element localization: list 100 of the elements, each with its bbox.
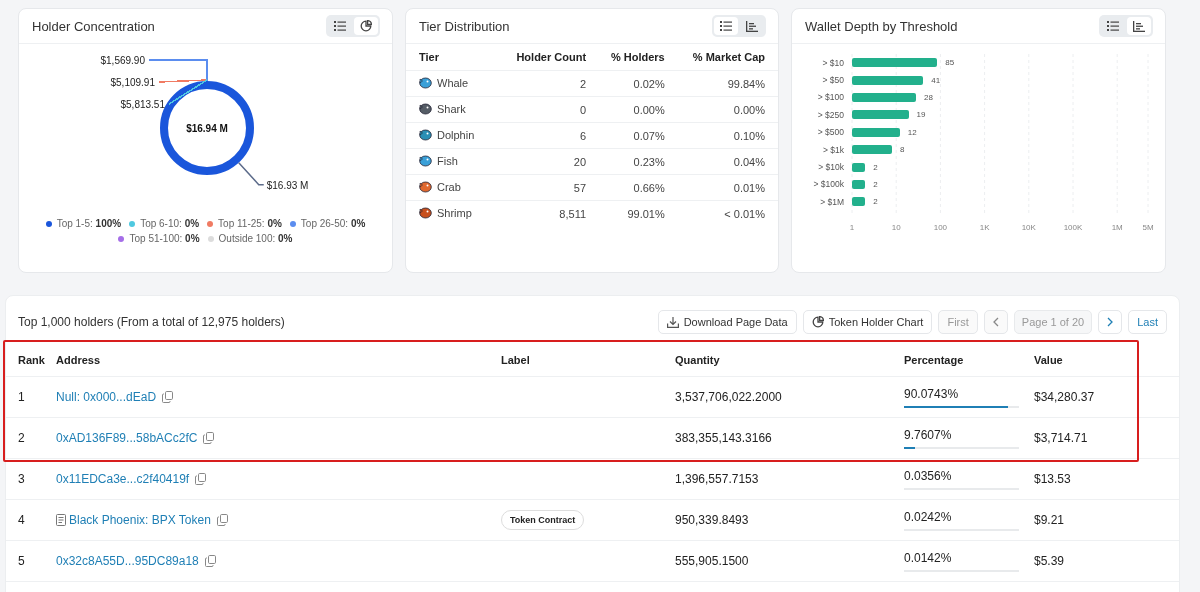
axis-label: > $1M <box>819 196 844 207</box>
bar <box>852 162 866 172</box>
legend-label[interactable]: Top 26-50: 0% <box>300 218 366 229</box>
copy-icon[interactable] <box>195 473 207 485</box>
legend-label[interactable]: Top 11-25: 0% <box>218 218 282 229</box>
chevron-right-icon <box>1107 317 1114 327</box>
legend-label[interactable]: Top 6-10: 0% <box>140 218 200 229</box>
table-cell: 57 <box>501 174 600 201</box>
percentage-cell-text: 0.0142% <box>904 550 953 565</box>
table-cell: 99.84% <box>677 70 778 97</box>
bar-value: 19 <box>916 110 926 120</box>
pie-chart-icon <box>360 20 372 32</box>
table-cell: 2 <box>501 70 600 97</box>
axis-label: > $50 <box>821 75 844 86</box>
bar-value: 12 <box>907 127 917 137</box>
donut-total: $16.94 M <box>186 123 228 134</box>
column-header: Quantity <box>675 354 721 366</box>
table-cell: < 0.01% <box>677 200 778 226</box>
bar-chart-icon <box>1133 20 1145 32</box>
download-button[interactable]: Download Page Data <box>657 310 797 334</box>
last-page-button[interactable]: Last <box>1128 310 1167 334</box>
chart-button[interactable]: Token Holder Chart <box>802 310 933 334</box>
column-header: % Holders <box>599 44 678 71</box>
column-header: Holder Count <box>501 44 600 71</box>
list-icon <box>334 21 346 31</box>
bar-value: 2 <box>873 179 878 189</box>
tier-name: Dolphin <box>437 128 475 141</box>
slice-value: $5,109.91 <box>110 77 155 88</box>
bar-value: 8 <box>899 145 905 155</box>
table-cell: 0.00% <box>677 96 778 123</box>
column-header: Value <box>1034 354 1064 366</box>
axis-label: > $500 <box>816 127 844 138</box>
table-cell: 0.07% <box>599 122 678 149</box>
bar <box>852 127 900 137</box>
table-cell: 6 <box>501 122 600 149</box>
value-cell-text: $13.53 <box>1034 472 1072 486</box>
axis-label: > $1k <box>821 144 844 155</box>
axis-tick: 10K <box>1021 223 1036 232</box>
value-cell-text: $9.21 <box>1034 513 1066 527</box>
address-link[interactable]: 0xAD136F89...58bACc2fC <box>56 431 198 445</box>
address-link[interactable]: 0x11EDCa3e...c2f40419f <box>56 472 190 486</box>
next-page-button[interactable] <box>1098 310 1123 334</box>
bar-value: 85 <box>945 58 955 68</box>
table-cell: 99.01% <box>599 200 678 226</box>
bar <box>852 197 866 207</box>
bar-value: 41 <box>931 75 941 85</box>
tier-name: Fish <box>437 154 458 167</box>
card-title: Holder Concentration <box>32 18 155 34</box>
column-header: Rank <box>18 354 46 366</box>
axis-label: > $100 <box>816 92 844 103</box>
column-header: % Market Cap <box>677 44 778 71</box>
chevron-left-icon <box>992 317 999 327</box>
document-icon <box>56 514 66 526</box>
column-header: Percentage <box>904 354 965 366</box>
axis-label: > $100k <box>812 179 844 190</box>
value-cell-text: $34,280.37 <box>1034 390 1096 404</box>
copy-icon[interactable] <box>204 555 216 567</box>
bar <box>852 145 892 155</box>
percentage-cell-text: 0.0242% <box>904 509 953 524</box>
bar <box>852 179 866 189</box>
slice-value: $16.93 M <box>266 179 309 191</box>
legend-label[interactable]: Top 1-5: 100% <box>56 218 122 229</box>
axis-tick: 1M <box>1111 223 1123 232</box>
bar <box>852 92 916 102</box>
view-toggle[interactable] <box>1127 17 1151 35</box>
percentage-cell-text: 9.7607% <box>904 427 953 442</box>
table-cell: 0.10% <box>677 122 778 149</box>
copy-icon[interactable] <box>203 432 215 444</box>
address-link[interactable]: 0x32c8A55D...95DC89a18 <box>56 554 199 568</box>
view-toggle[interactable] <box>714 17 738 35</box>
card-title: Wallet Depth by Threshold <box>805 18 958 34</box>
view-toggle[interactable] <box>354 17 378 35</box>
quantity-cell-text: 950,339.8493 <box>675 513 750 527</box>
page-indicator: Page 1 of 20 <box>1013 310 1093 334</box>
address-link[interactable]: Null: 0x000...dEaD <box>56 390 157 404</box>
axis-tick: 1K <box>979 223 990 232</box>
column-header: Tier <box>406 44 502 71</box>
quantity-cell-text: 555,905.1500 <box>675 554 750 568</box>
table-cell: 0.04% <box>677 148 778 175</box>
quantity-cell-text: 1,396,557.7153 <box>675 472 760 486</box>
bar-value: 2 <box>873 162 878 172</box>
list-icon <box>720 21 732 31</box>
holders-summary: Top 1,000 holders (From a total of 12,975 holders) <box>18 315 285 329</box>
quantity-cell-text: 383,355,143.3166 <box>675 431 773 445</box>
bar-value: 28 <box>923 92 933 102</box>
address-link[interactable]: Black Phoenix: BPX Token <box>69 513 211 527</box>
axis-tick: 10 <box>891 223 901 232</box>
bar <box>852 75 924 85</box>
bar <box>852 110 909 120</box>
bar-chart-icon <box>746 20 758 32</box>
legend-label[interactable]: Top 51-100: 0% <box>129 233 200 244</box>
axis-label: > $250 <box>816 109 844 120</box>
copy-icon[interactable] <box>216 514 228 526</box>
table-cell: 0 <box>501 96 600 123</box>
legend-label[interactable]: Outside 100: 0% <box>218 233 293 244</box>
card-title: Tier Distribution <box>419 18 510 34</box>
copy-icon[interactable] <box>162 391 174 403</box>
rank-cell-text: 2 <box>18 431 26 445</box>
slice-value: $1,569.90 <box>100 55 145 66</box>
rank-cell-text: 1 <box>18 390 26 404</box>
